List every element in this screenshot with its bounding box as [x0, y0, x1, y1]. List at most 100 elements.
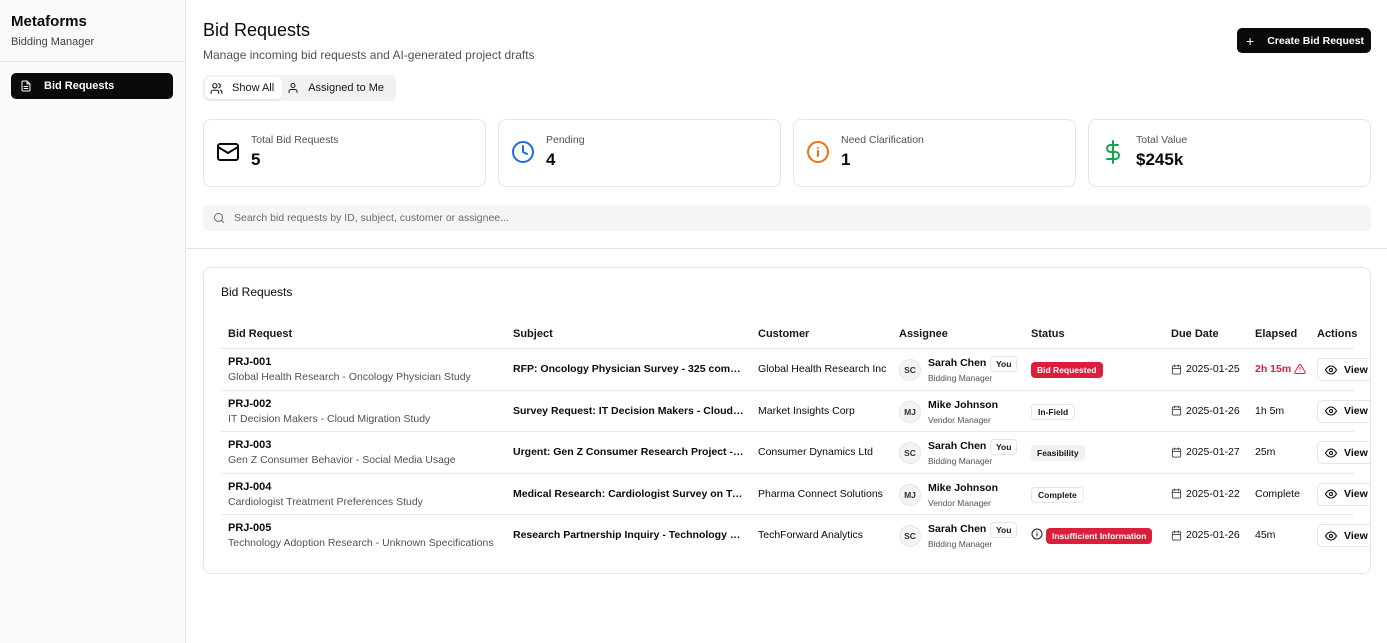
stat-value: 4 [546, 150, 556, 169]
user-icon [288, 83, 298, 93]
avatar: MJ [899, 400, 921, 423]
avatar: SC [899, 525, 921, 548]
col-bid-request[interactable]: Bid Request [228, 328, 292, 340]
calendar-icon [1171, 447, 1182, 458]
eye-icon [1325, 531, 1337, 541]
bid-requests-table: Bid Request Subject Customer Assignee St… [221, 320, 1370, 557]
stat-value: 5 [251, 150, 261, 169]
stat-label: Total Value [1136, 134, 1188, 146]
page-title: Bid Requests [203, 20, 311, 40]
main: Bid Requests Manage incoming bid request… [186, 0, 1387, 643]
view-button-label: View [1344, 446, 1368, 459]
assignee-role: Bidding Manager [928, 373, 993, 383]
col-elapsed[interactable]: Elapsed [1255, 328, 1297, 340]
due-date: 2025-01-22 [1171, 488, 1240, 500]
col-due-date[interactable]: Due Date [1171, 328, 1219, 340]
plus-icon: + [1246, 32, 1255, 49]
view-button[interactable]: View [1317, 441, 1370, 465]
brand: Metaforms Bidding Manager [0, 0, 185, 62]
eye-icon [1325, 364, 1337, 375]
bid-id[interactable]: PRJ-003 [228, 439, 271, 451]
you-badge: You [990, 522, 1018, 539]
table-row[interactable]: PRJ-003 Gen Z Consumer Behavior - Social … [221, 432, 1370, 474]
bid-name: Gen Z Consumer Behavior - Social Media U… [228, 454, 456, 467]
elapsed-time: 2h 15m [1255, 363, 1306, 375]
elapsed-value: 45m [1255, 529, 1276, 542]
calendar-icon [1171, 405, 1182, 416]
status-badge: Complete [1031, 486, 1084, 503]
filter-assigned-label: Assigned to Me [308, 82, 385, 94]
create-bid-request-button[interactable]: + Create Bid Request [1237, 28, 1371, 53]
table-row[interactable]: PRJ-004 Cardiologist Treatment Preference… [221, 474, 1370, 516]
status-badge: Bid Requested [1031, 362, 1103, 378]
table-row[interactable]: PRJ-001 Global Health Research - Oncology… [221, 349, 1370, 391]
view-button[interactable]: View [1317, 358, 1370, 381]
table-title: Bid Requests [221, 285, 293, 299]
search-input[interactable] [234, 212, 1334, 224]
bid-id[interactable]: PRJ-005 [228, 522, 271, 534]
eye-icon [1325, 489, 1337, 499]
filter-show-all[interactable]: Show All [205, 77, 283, 99]
due-date-value: 2025-01-27 [1186, 446, 1240, 459]
search-bar [203, 205, 1371, 231]
clock-icon [512, 141, 534, 163]
stat-card-total: Total Bid Requests 5 [203, 119, 486, 187]
brand-title: Metaforms [11, 13, 87, 30]
bid-id[interactable]: PRJ-002 [228, 398, 271, 410]
avatar: SC [899, 359, 921, 381]
elapsed-value: 25m [1255, 446, 1276, 459]
elapsed-time: 1h 5m [1255, 405, 1284, 417]
view-button-label: View [1344, 363, 1368, 376]
col-assignee[interactable]: Assignee [899, 328, 948, 340]
elapsed-time: 45m [1255, 529, 1275, 541]
col-subject[interactable]: Subject [513, 328, 553, 340]
view-button-label: View [1344, 405, 1368, 418]
view-button[interactable]: View [1317, 399, 1370, 423]
stat-value: $245k [1136, 150, 1184, 169]
bid-subject: Research Partnership Inquiry - Technolog… [513, 529, 745, 542]
sidebar-item-bid-requests[interactable]: Bid Requests [11, 73, 173, 99]
due-date: 2025-01-27 [1171, 446, 1240, 458]
bid-id[interactable]: PRJ-004 [228, 481, 271, 493]
stat-card-total-value: Total Value $245k [1088, 119, 1371, 187]
bid-customer: Consumer Dynamics Ltd [758, 446, 873, 459]
bid-subject: Urgent: Gen Z Consumer Research Project … [513, 446, 745, 459]
assignee-name: Mike Johnson [928, 398, 999, 411]
bid-requests-table-card: Bid Requests Bid Request Subject Custome… [203, 267, 1371, 574]
you-badge: You [990, 356, 1018, 372]
table-row[interactable]: PRJ-005 Technology Adoption Research - Un… [221, 515, 1370, 557]
table-row[interactable]: PRJ-002 IT Decision Makers - Cloud Migrat… [221, 391, 1370, 433]
view-button[interactable]: View [1317, 524, 1370, 548]
status-badge: Insufficient Information [1046, 528, 1153, 545]
you-badge: You [990, 439, 1018, 456]
users-icon [210, 82, 223, 94]
filter-assigned-to-me[interactable]: Assigned to Me [282, 77, 392, 99]
assignee-filter-toggle: Show All Assigned to Me [203, 75, 396, 101]
status-badge: Feasibility [1031, 445, 1085, 462]
status-badge: In-Field [1031, 403, 1076, 420]
elapsed-value: 2h 15m [1255, 363, 1292, 375]
bid-customer: Pharma Connect Solutions [758, 487, 883, 500]
assignee-name: Sarah Chen [928, 523, 987, 536]
bid-customer: Global Health Research Inc [758, 363, 887, 375]
bid-subject: RFP: Oncology Physician Survey - 325 com… [513, 363, 745, 375]
bid-customer: Market Insights Corp [758, 404, 855, 417]
filter-show-all-label: Show All [232, 82, 275, 94]
assignee-name: Sarah Chen [928, 357, 987, 369]
elapsed-value: 1h 5m [1255, 404, 1285, 417]
bid-name: IT Decision Makers - Cloud Migration Stu… [228, 412, 431, 425]
due-date-value: 2025-01-25 [1186, 363, 1240, 375]
due-date-value: 2025-01-26 [1186, 529, 1240, 542]
bid-name: Global Health Research - Oncology Physic… [228, 371, 471, 383]
col-customer[interactable]: Customer [758, 328, 809, 340]
view-button[interactable]: View [1317, 482, 1370, 506]
bid-subject: Survey Request: IT Decision Makers - Clo… [513, 404, 745, 417]
col-status[interactable]: Status [1031, 328, 1065, 340]
view-button-label: View [1344, 529, 1368, 542]
bid-id[interactable]: PRJ-001 [228, 356, 271, 368]
stat-card-clarification: Need Clarification 1 [793, 119, 1076, 187]
info-icon [807, 141, 829, 163]
assignee-name: Sarah Chen [928, 440, 987, 453]
bid-customer: TechForward Analytics [758, 529, 864, 542]
due-date: 2025-01-26 [1171, 405, 1240, 417]
